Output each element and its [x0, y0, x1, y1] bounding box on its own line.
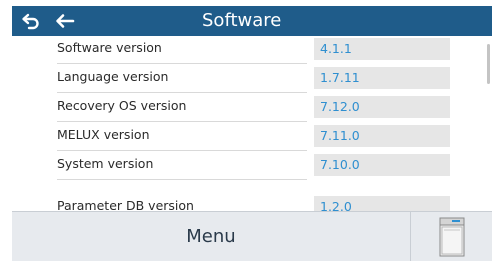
row-value: 7.10.0 — [314, 154, 450, 176]
row-value: 7.11.0 — [314, 125, 450, 147]
row-value: 1.7.11 — [314, 67, 450, 89]
row-value: 4.1.1 — [314, 38, 450, 60]
scrollbar[interactable] — [487, 44, 490, 84]
device-button[interactable] — [411, 212, 492, 261]
list-item: MELUX version 7.11.0 — [12, 123, 482, 152]
list-item: Language version 1.7.11 — [12, 65, 482, 94]
row-value: 7.12.0 — [314, 96, 450, 118]
list-item: Software version 4.1.1 — [12, 36, 482, 65]
page-title: Software — [202, 10, 282, 31]
row-value: 1.2.0 — [314, 196, 450, 211]
undo-icon — [22, 13, 39, 30]
row-label: MELUX version — [57, 126, 307, 151]
row-label: Recovery OS version — [57, 97, 307, 122]
back-button[interactable] — [50, 6, 80, 36]
version-list[interactable]: Software version 4.1.1 Language version … — [12, 36, 492, 211]
list-item: Recovery OS version 7.12.0 — [12, 94, 482, 123]
list-item: System version 7.10.0 — [12, 152, 482, 181]
device-icon — [439, 217, 464, 256]
software-screen: Software Software version 4.1.1 Language… — [12, 6, 492, 261]
row-label: Parameter DB version — [57, 197, 307, 211]
list-item: Parameter DB version 1.2.0 — [12, 194, 482, 211]
header-bar: Software — [12, 6, 492, 36]
row-label: Software version — [57, 39, 307, 64]
arrow-left-icon — [56, 14, 75, 28]
undo-button[interactable] — [18, 6, 44, 36]
row-label: Language version — [57, 68, 307, 93]
row-label: System version — [57, 155, 307, 180]
app-frame: Software Software version 4.1.1 Language… — [0, 0, 493, 261]
menu-button[interactable]: Menu — [12, 212, 410, 261]
footer-bar: Menu — [12, 211, 492, 261]
